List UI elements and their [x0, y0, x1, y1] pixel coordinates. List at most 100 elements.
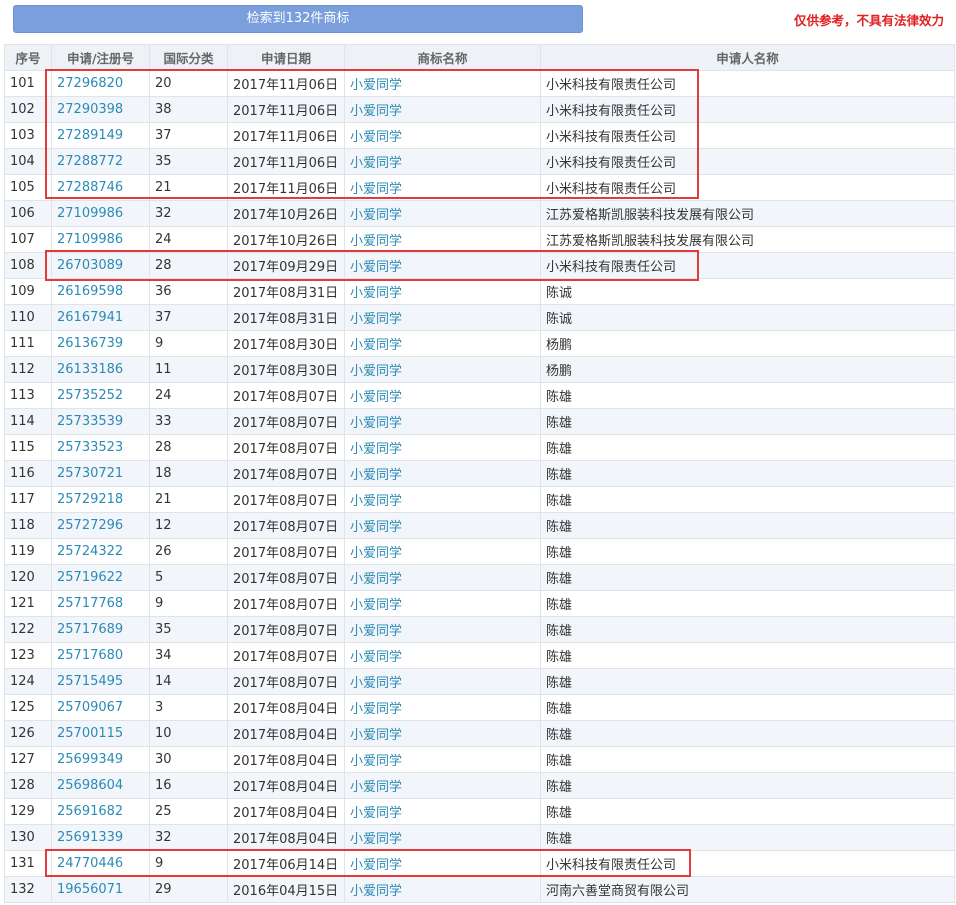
- reg-number-link[interactable]: 25715495: [57, 674, 123, 689]
- apply-date: 2017年11月06日: [227, 70, 345, 97]
- reg-number-link[interactable]: 25691339: [57, 830, 123, 845]
- reg-number-link[interactable]: 24770446: [57, 856, 123, 871]
- trademark-table: 序号 申请/注册号 国际分类 申请日期 商标名称 申请人名称 101 272968…: [4, 44, 955, 903]
- row-serial: 122: [4, 616, 52, 643]
- reg-number-link[interactable]: 25719622: [57, 570, 123, 585]
- trademark-name-link[interactable]: 小爱同学: [350, 754, 402, 769]
- reg-number-link[interactable]: 25700115: [57, 726, 123, 741]
- trademark-name-link[interactable]: 小爱同学: [350, 572, 402, 587]
- reg-number-link[interactable]: 25717768: [57, 596, 123, 611]
- trademark-name-link[interactable]: 小爱同学: [350, 780, 402, 795]
- reg-number-link[interactable]: 25729218: [57, 492, 123, 507]
- row-serial: 110: [4, 304, 52, 331]
- reg-number-link[interactable]: 19656071: [57, 882, 123, 897]
- reg-number-link[interactable]: 26136739: [57, 336, 123, 351]
- intl-class: 16: [149, 772, 228, 799]
- trademark-name-link[interactable]: 小爱同学: [350, 520, 402, 535]
- applicant-name: 陈雄: [540, 772, 955, 799]
- reg-number-link[interactable]: 26133186: [57, 362, 123, 377]
- applicant-name: 小米科技有限责任公司: [540, 122, 955, 149]
- apply-date: 2017年08月04日: [227, 824, 345, 851]
- trademark-name-link[interactable]: 小爱同学: [350, 390, 402, 405]
- trademark-name-link[interactable]: 小爱同学: [350, 234, 402, 249]
- table-row: 126 25700115 10 2017年08月04日 小爱同学 陈雄: [4, 720, 955, 747]
- toolbar: 检索到132件商标 仅供参考，不具有法律效力: [0, 0, 956, 42]
- applicant-name: 陈雄: [540, 616, 955, 643]
- trademark-name-link[interactable]: 小爱同学: [350, 858, 402, 873]
- applicant-name: 陈雄: [540, 382, 955, 409]
- trademark-name-link[interactable]: 小爱同学: [350, 416, 402, 431]
- reg-number-link[interactable]: 25733539: [57, 414, 123, 429]
- table-row: 131 24770446 9 2017年06月14日 小爱同学 小米科技有限责任公司: [4, 850, 955, 877]
- trademark-name-link[interactable]: 小爱同学: [350, 650, 402, 665]
- table-row: 118 25727296 12 2017年08月07日 小爱同学 陈雄: [4, 512, 955, 539]
- reg-number-link[interactable]: 27296820: [57, 76, 123, 91]
- reg-number-link[interactable]: 25717680: [57, 648, 123, 663]
- reg-number-link[interactable]: 25699349: [57, 752, 123, 767]
- trademark-name-link[interactable]: 小爱同学: [350, 78, 402, 93]
- trademark-name-link[interactable]: 小爱同学: [350, 494, 402, 509]
- row-serial: 121: [4, 590, 52, 617]
- trademark-name-link[interactable]: 小爱同学: [350, 598, 402, 613]
- row-serial: 111: [4, 330, 52, 357]
- trademark-name-link[interactable]: 小爱同学: [350, 442, 402, 457]
- reg-number-cell: 26136739: [51, 330, 150, 357]
- intl-class: 11: [149, 356, 228, 383]
- reg-number-link[interactable]: 27288772: [57, 154, 123, 169]
- reg-number-link[interactable]: 27288746: [57, 180, 123, 195]
- reg-number-link[interactable]: 25733523: [57, 440, 123, 455]
- intl-class: 28: [149, 252, 228, 279]
- apply-date: 2017年08月07日: [227, 460, 345, 487]
- reg-number-link[interactable]: 25691682: [57, 804, 123, 819]
- trademark-name-link[interactable]: 小爱同学: [350, 156, 402, 171]
- reg-number-link[interactable]: 26167941: [57, 310, 123, 325]
- table-row: 101 27296820 20 2017年11月06日 小爱同学 小米科技有限责任公司: [4, 70, 955, 97]
- trademark-name-link[interactable]: 小爱同学: [350, 468, 402, 483]
- trademark-name-link[interactable]: 小爱同学: [350, 312, 402, 327]
- trademark-name-link[interactable]: 小爱同学: [350, 364, 402, 379]
- trademark-name-link[interactable]: 小爱同学: [350, 182, 402, 197]
- trademark-name-link[interactable]: 小爱同学: [350, 260, 402, 275]
- trademark-name-link[interactable]: 小爱同学: [350, 624, 402, 639]
- reg-number-link[interactable]: 26703089: [57, 258, 123, 273]
- intl-class: 37: [149, 304, 228, 331]
- reg-number-cell: 25719622: [51, 564, 150, 591]
- row-serial: 106: [4, 200, 52, 227]
- reg-number-link[interactable]: 25724322: [57, 544, 123, 559]
- reg-number-link[interactable]: 25727296: [57, 518, 123, 533]
- reg-number-link[interactable]: 27290398: [57, 102, 123, 117]
- trademark-name-link[interactable]: 小爱同学: [350, 676, 402, 691]
- row-serial: 123: [4, 642, 52, 669]
- trademark-name-link[interactable]: 小爱同学: [350, 546, 402, 561]
- table-row: 125 25709067 3 2017年08月04日 小爱同学 陈雄: [4, 694, 955, 721]
- reg-number-link[interactable]: 27289149: [57, 128, 123, 143]
- reg-number-link[interactable]: 25735252: [57, 388, 123, 403]
- intl-class: 9: [149, 590, 228, 617]
- reg-number-link[interactable]: 27109986: [57, 206, 123, 221]
- trademark-name-link[interactable]: 小爱同学: [350, 806, 402, 821]
- trademark-name-link[interactable]: 小爱同学: [350, 728, 402, 743]
- reg-number-link[interactable]: 25709067: [57, 700, 123, 715]
- trademark-name-link[interactable]: 小爱同学: [350, 130, 402, 145]
- reg-number-cell: 25717689: [51, 616, 150, 643]
- reg-number-cell: 25699349: [51, 746, 150, 773]
- reg-number-link[interactable]: 26169598: [57, 284, 123, 299]
- reg-number-link[interactable]: 25717689: [57, 622, 123, 637]
- trademark-name-link[interactable]: 小爱同学: [350, 338, 402, 353]
- trademark-name-link[interactable]: 小爱同学: [350, 702, 402, 717]
- intl-class: 38: [149, 96, 228, 123]
- trademark-name-cell: 小爱同学: [344, 70, 541, 97]
- reg-number-link[interactable]: 27109986: [57, 232, 123, 247]
- result-count-button[interactable]: 检索到132件商标: [13, 5, 583, 33]
- trademark-name-cell: 小爱同学: [344, 486, 541, 513]
- trademark-name-link[interactable]: 小爱同学: [350, 208, 402, 223]
- trademark-name-link[interactable]: 小爱同学: [350, 884, 402, 899]
- reg-number-cell: 25729218: [51, 486, 150, 513]
- intl-class: 3: [149, 694, 228, 721]
- trademark-name-link[interactable]: 小爱同学: [350, 832, 402, 847]
- reg-number-link[interactable]: 25730721: [57, 466, 123, 481]
- reg-number-link[interactable]: 25698604: [57, 778, 123, 793]
- trademark-name-link[interactable]: 小爱同学: [350, 104, 402, 119]
- row-serial: 120: [4, 564, 52, 591]
- trademark-name-link[interactable]: 小爱同学: [350, 286, 402, 301]
